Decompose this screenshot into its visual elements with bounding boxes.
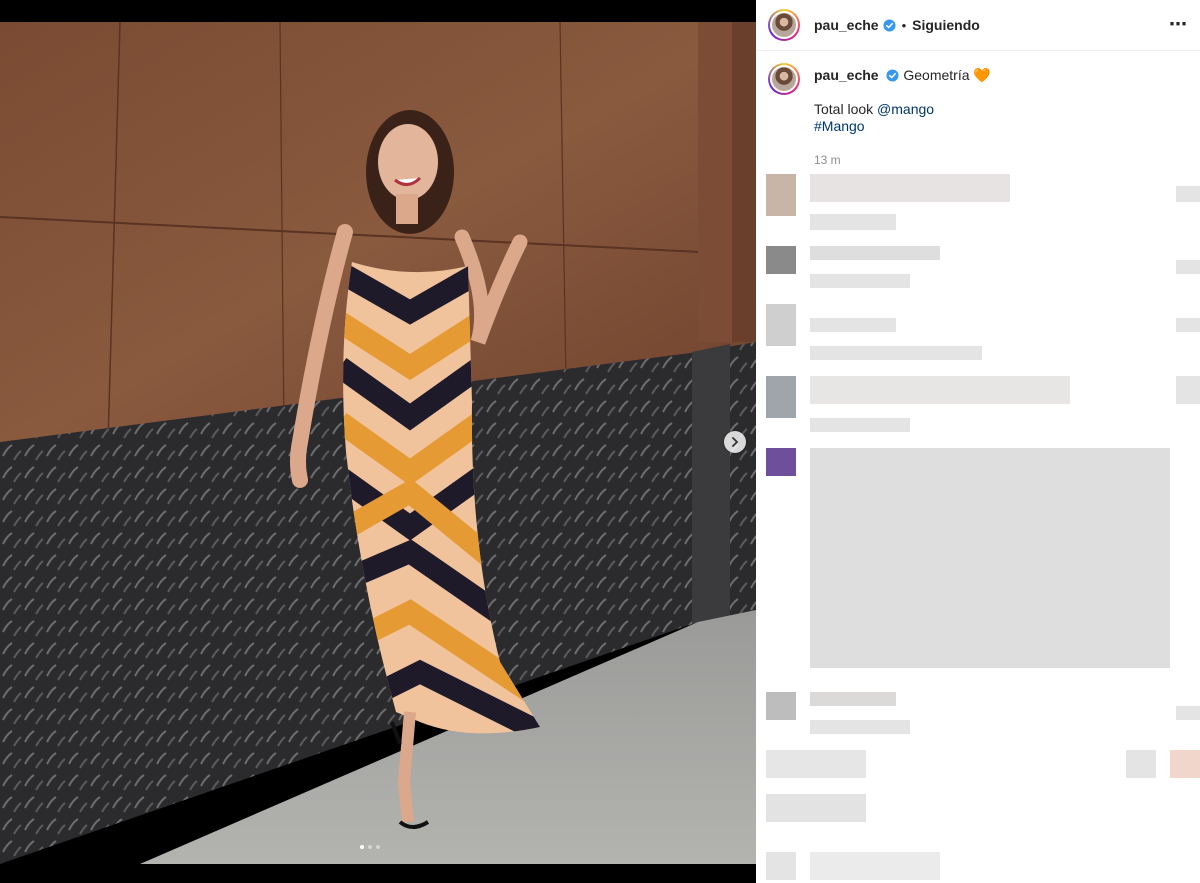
redacted-comment-meta	[810, 346, 982, 360]
redacted-avatar	[766, 174, 796, 216]
redacted-like	[1176, 706, 1200, 720]
redacted-comment-meta	[810, 214, 896, 230]
chevron-right-icon	[732, 437, 739, 447]
header-separator: •	[901, 17, 907, 33]
more-options-icon[interactable]: ⋯	[1169, 14, 1188, 35]
redacted-comment	[810, 246, 940, 260]
header-username[interactable]: pau_eche	[814, 17, 879, 33]
carousel-next-button[interactable]	[724, 431, 746, 453]
redacted-avatar	[766, 376, 796, 418]
verified-badge-icon	[886, 69, 900, 82]
redacted-like	[1126, 750, 1156, 778]
carousel-dot-2	[368, 845, 372, 849]
mention-link[interactable]: @mango	[877, 101, 934, 117]
post-sidebar: pau_eche • Siguiendo ⋯ pau_eche Geometrí…	[756, 0, 1200, 883]
post-media	[0, 0, 756, 883]
hashtag-link[interactable]: #Mango	[814, 118, 991, 135]
redacted-comment-meta	[810, 720, 910, 734]
redacted-comment-meta	[810, 274, 910, 288]
redacted-comment	[810, 692, 896, 706]
caption-text: Total look	[814, 101, 878, 117]
verified-badge-icon	[883, 18, 896, 32]
redacted-avatar	[766, 448, 796, 476]
caption-username[interactable]: pau_eche	[814, 67, 879, 83]
redacted-comment	[810, 174, 1010, 202]
following-button[interactable]: Siguiendo	[912, 17, 980, 33]
redacted-comment	[810, 448, 1170, 668]
carousel-dot-3	[376, 845, 380, 849]
redacted-comment	[810, 852, 940, 880]
redacted-comment	[766, 794, 866, 822]
orange-heart-icon: 🧡	[973, 67, 991, 83]
caption-first-line: pau_eche Geometría 🧡	[814, 67, 991, 84]
redacted-like	[1176, 376, 1200, 404]
caption-title: Geometría	[903, 67, 970, 83]
post-photo[interactable]	[0, 22, 756, 864]
redacted-comment	[810, 376, 1070, 404]
redacted-like	[1176, 186, 1200, 202]
avatar[interactable]	[768, 9, 800, 41]
post-caption: pau_eche Geometría 🧡 Total look @mango #…	[756, 51, 1200, 169]
redacted-avatar	[766, 246, 796, 274]
redacted-comment	[810, 318, 896, 332]
redacted-like	[1176, 318, 1200, 332]
redacted-avatar	[766, 692, 796, 720]
post-header: pau_eche • Siguiendo ⋯	[756, 0, 1200, 51]
redacted-comment-meta	[810, 418, 910, 432]
redacted-comment	[766, 750, 866, 778]
redacted-like	[1170, 750, 1200, 778]
carousel-dot-1	[360, 845, 364, 849]
redacted-like	[1176, 260, 1200, 274]
carousel-indicator	[360, 845, 380, 849]
redacted-avatar	[766, 304, 796, 346]
redacted-avatar	[766, 852, 796, 880]
comments-list	[756, 170, 1200, 883]
post-timestamp[interactable]: 13 m	[814, 152, 991, 169]
caption-second-line: Total look @mango	[814, 101, 991, 118]
caption-avatar[interactable]	[768, 63, 800, 95]
